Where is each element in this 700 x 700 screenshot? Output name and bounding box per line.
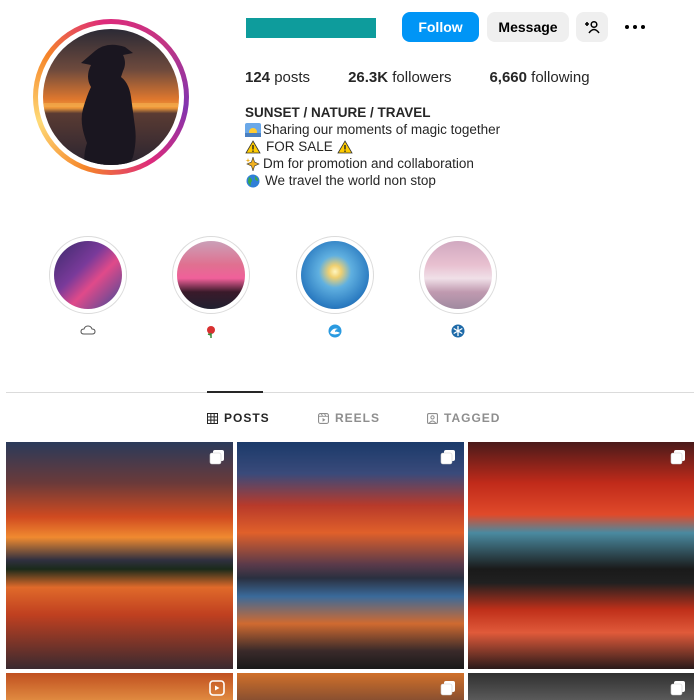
ellipsis-icon [625, 25, 645, 29]
active-tab-indicator [207, 391, 263, 393]
followers-label: followers [392, 69, 452, 86]
username-redacted [246, 18, 376, 38]
carousel-icon [670, 681, 685, 696]
highlight-label [171, 324, 251, 338]
carousel-icon [440, 681, 455, 696]
bio-line-4: We travel the world non stop [245, 172, 500, 189]
highlight-4[interactable] [418, 236, 498, 338]
rose-icon [207, 326, 215, 338]
tagged-icon [427, 412, 438, 424]
wave-icon [328, 324, 342, 338]
carousel-icon [670, 450, 685, 465]
tab-tagged-label: TAGGED [444, 411, 501, 425]
reels-icon [318, 412, 329, 424]
bio-line-1: Sharing our moments of magic together [245, 121, 500, 138]
highlight-2[interactable] [171, 236, 251, 338]
post-thumbnail[interactable] [237, 442, 464, 669]
highlight-cover [177, 241, 245, 309]
post-thumbnail[interactable] [237, 673, 464, 700]
posts-stat: 124 posts [245, 69, 310, 86]
bio-line-1-text: Sharing our moments of magic together [263, 122, 501, 137]
more-options-button[interactable] [620, 12, 650, 42]
add-user-icon [585, 20, 600, 34]
followers-count: 26.3K [348, 69, 389, 86]
avatar [43, 29, 179, 165]
post-thumbnail[interactable] [468, 442, 694, 669]
followers-stat[interactable]: 26.3K followers [348, 69, 451, 86]
avatar-border [38, 24, 184, 170]
highlight-cover [424, 241, 492, 309]
highlight-label [295, 324, 375, 338]
suggest-users-button[interactable] [576, 12, 608, 42]
sparkles-emoji-icon [245, 156, 260, 171]
highlight-cover [301, 241, 369, 309]
highlight-3[interactable] [295, 236, 375, 338]
highlight-1[interactable] [48, 236, 128, 338]
tab-posts[interactable]: POSTS [207, 410, 270, 426]
following-count: 6,660 [489, 69, 527, 86]
tab-reels[interactable]: REELS [318, 410, 380, 426]
profile-stats: 124 posts 26.3K followers 6,660 followin… [245, 69, 628, 86]
posts-count: 124 [245, 69, 271, 86]
cloud-icon [80, 325, 96, 335]
warning-emoji-icon [337, 139, 353, 153]
post-thumbnail[interactable] [6, 442, 233, 669]
tabs-divider [6, 392, 694, 393]
posts-label: posts [274, 69, 311, 86]
bio-line-2: FOR SALE [245, 138, 500, 155]
message-button[interactable]: Message [487, 12, 569, 42]
profile-bio: SUNSET / NATURE / TRAVEL Sharing our mom… [245, 104, 500, 189]
carousel-icon [209, 450, 224, 465]
carousel-icon [440, 450, 455, 465]
tab-posts-label: POSTS [224, 411, 270, 425]
snowflake-icon [451, 324, 465, 338]
grid-icon [207, 412, 218, 424]
highlight-label [48, 324, 128, 338]
sunrise-emoji-icon [245, 122, 261, 137]
post-thumbnail[interactable] [468, 673, 694, 700]
bio-line-3: Dm for promotion and collaboration [245, 155, 500, 172]
post-thumbnail[interactable] [6, 673, 233, 700]
follow-button[interactable]: Follow [402, 12, 479, 42]
profile-avatar-ring[interactable] [33, 19, 189, 175]
bio-name: SUNSET / NATURE / TRAVEL [245, 105, 431, 120]
highlight-ring [296, 236, 374, 314]
bio-line-3-text: Dm for promotion and collaboration [263, 156, 474, 171]
tab-tagged[interactable]: TAGGED [427, 410, 500, 426]
following-stat[interactable]: 6,660 following [489, 69, 589, 86]
highlight-ring [49, 236, 127, 314]
highlight-label [418, 324, 498, 338]
bio-line-2-text: FOR SALE [266, 139, 333, 154]
highlight-cover [54, 241, 122, 309]
bio-line-4-text: We travel the world non stop [265, 173, 436, 188]
avatar-silhouette [43, 44, 179, 165]
following-label: following [531, 69, 590, 86]
tab-reels-label: REELS [335, 411, 381, 425]
reel-icon [209, 680, 225, 696]
highlight-ring [419, 236, 497, 314]
highlight-ring [172, 236, 250, 314]
globe-emoji-icon [246, 174, 260, 187]
warning-emoji-icon [245, 139, 261, 153]
